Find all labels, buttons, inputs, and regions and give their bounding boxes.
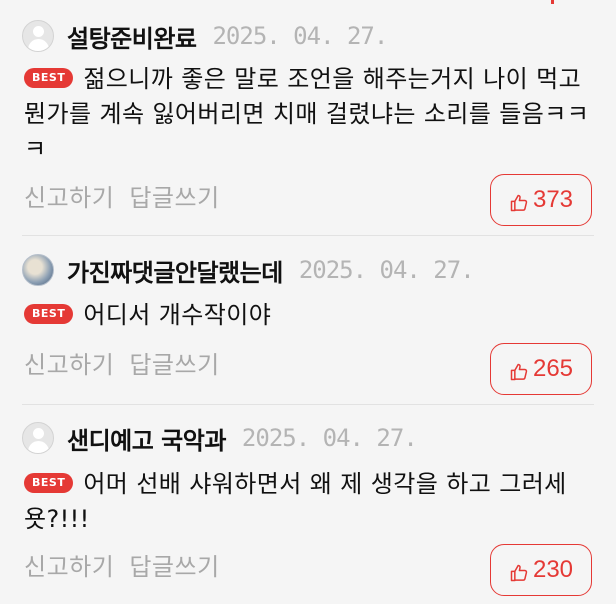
comment-body: 어머 선배 샤워하면서 왜 제 생각을 하고 그러세욧?!!! bbox=[24, 470, 567, 533]
avatar[interactable] bbox=[22, 20, 54, 52]
like-button[interactable]: 230 bbox=[490, 544, 592, 596]
best-badge: BEST bbox=[24, 473, 74, 493]
comment-header: 가진짜댓글안달랬는데 2025. 04. 27. bbox=[22, 252, 594, 288]
comment-header: 설탕준비완료 2025. 04. 27. bbox=[22, 18, 594, 54]
reply-link[interactable]: 답글쓰기 bbox=[129, 178, 219, 213]
report-link[interactable]: 신고하기 bbox=[24, 547, 114, 582]
avatar-head-shape bbox=[33, 428, 44, 439]
reply-link[interactable]: 답글쓰기 bbox=[129, 345, 219, 380]
thumbs-up-icon bbox=[510, 194, 528, 212]
comment-item: 가진짜댓글안달랬는데 2025. 04. 27. BEST 어디서 개수작이야 신… bbox=[0, 237, 616, 405]
comment-body: 어디서 개수작이야 bbox=[83, 301, 272, 329]
comment-actions: 신고하기 답글쓰기 bbox=[24, 178, 220, 213]
nickname[interactable]: 샌디예고 국악과 bbox=[67, 421, 226, 456]
comment-header: 샌디예고 국악과 2025. 04. 27. bbox=[22, 420, 594, 456]
best-badge: BEST bbox=[24, 68, 74, 88]
like-count: 230 bbox=[532, 556, 574, 583]
comment-item: 설탕준비완료 2025. 04. 27. BEST 젊으니까 좋은 말로 조언을 … bbox=[0, 0, 616, 236]
avatar-body-shape bbox=[28, 441, 49, 453]
like-count: 265 bbox=[532, 355, 574, 382]
like-count: 373 bbox=[532, 186, 574, 213]
comment-item: 샌디예고 국악과 2025. 04. 27. BEST 어머 선배 샤워하면서 왜… bbox=[0, 406, 616, 604]
comment-text: BEST 젊으니까 좋은 말로 조언을 해주는거지 나이 먹고 뭔가를 계속 잃어… bbox=[24, 62, 592, 167]
thumbs-up-icon bbox=[510, 363, 528, 381]
avatar[interactable] bbox=[22, 422, 54, 454]
comment-actions: 신고하기 답글쓰기 bbox=[24, 345, 220, 380]
nickname[interactable]: 가진짜댓글안달랬는데 bbox=[67, 253, 283, 288]
comment-actions: 신고하기 답글쓰기 bbox=[24, 547, 220, 582]
comment-date: 2025. 04. 27. bbox=[241, 424, 418, 452]
avatar-head-shape bbox=[33, 26, 44, 37]
comment-text: BEST 어머 선배 샤워하면서 왜 제 생각을 하고 그러세욧?!!! bbox=[24, 467, 592, 537]
comment-text: BEST 어디서 개수작이야 bbox=[24, 298, 592, 333]
reply-link[interactable]: 답글쓰기 bbox=[129, 547, 219, 582]
comment-divider bbox=[22, 404, 594, 405]
avatar-body-shape bbox=[28, 39, 49, 51]
nickname[interactable]: 설탕준비완료 bbox=[67, 19, 197, 54]
thumbs-up-icon bbox=[510, 564, 528, 582]
like-button[interactable]: 265 bbox=[490, 343, 592, 395]
report-link[interactable]: 신고하기 bbox=[24, 178, 114, 213]
best-badge: BEST bbox=[24, 304, 74, 324]
comment-date: 2025. 04. 27. bbox=[212, 22, 388, 50]
like-button[interactable]: 373 bbox=[490, 174, 592, 226]
report-link[interactable]: 신고하기 bbox=[24, 345, 114, 380]
comment-body: 젊으니까 좋은 말로 조언을 해주는거지 나이 먹고 뭔가를 계속 잃어버리면 … bbox=[24, 65, 590, 163]
comment-divider bbox=[22, 235, 594, 236]
comment-date: 2025. 04. 27. bbox=[298, 256, 475, 284]
avatar[interactable] bbox=[22, 254, 54, 286]
